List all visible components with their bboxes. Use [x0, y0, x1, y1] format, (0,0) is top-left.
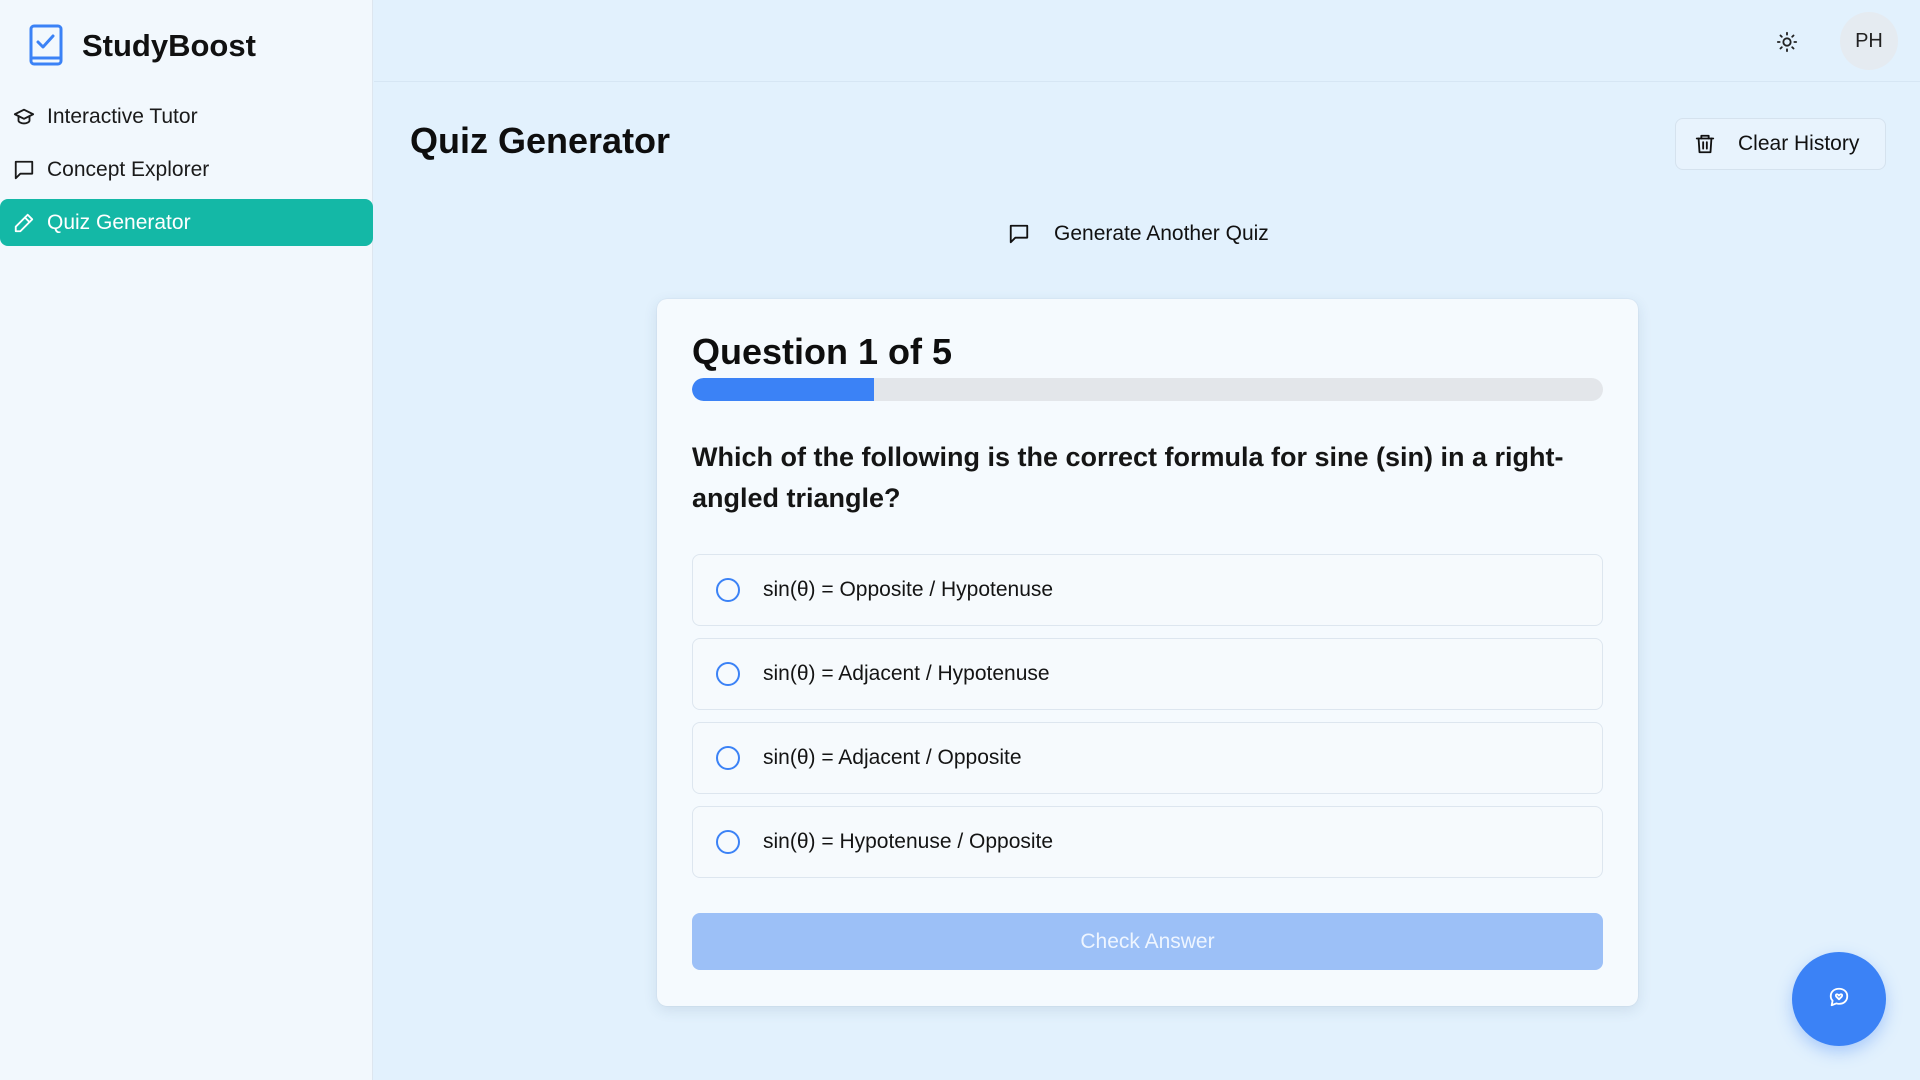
sidebar-item-label: Interactive Tutor [47, 104, 198, 128]
radio-button[interactable] [716, 662, 740, 686]
brand[interactable]: StudyBoost [27, 24, 256, 68]
answer-options: sin(θ) = Opposite / Hypotenuse sin(θ) = … [692, 554, 1603, 890]
clear-history-label: Clear History [1738, 132, 1860, 155]
brand-name: StudyBoost [82, 28, 256, 63]
chat-fab-button[interactable] [1792, 952, 1886, 1046]
generate-another-quiz-button[interactable]: Generate Another Quiz [1008, 218, 1269, 250]
radio-button[interactable] [716, 830, 740, 854]
quiz-progress-bar [692, 378, 1603, 401]
sidebar-item-label: Quiz Generator [47, 210, 191, 234]
quiz-card: Question 1 of 5 Which of the following i… [657, 299, 1638, 1006]
check-answer-button[interactable]: Check Answer [692, 913, 1603, 970]
sidebar-item-quiz-generator[interactable]: Quiz Generator [0, 199, 373, 246]
chat-bubble-icon [12, 158, 36, 182]
sun-icon[interactable] [1772, 27, 1802, 57]
radio-button[interactable] [716, 746, 740, 770]
question-counter: Question 1 of 5 [692, 331, 953, 372]
clear-history-button[interactable]: Clear History [1675, 118, 1886, 170]
avatar[interactable]: PH [1840, 12, 1898, 70]
chat-heart-icon [1828, 986, 1850, 1013]
answer-option-label: sin(θ) = Adjacent / Hypotenuse [763, 662, 1050, 685]
pencil-icon [12, 211, 36, 235]
answer-option[interactable]: sin(θ) = Adjacent / Opposite [692, 722, 1603, 794]
answer-option[interactable]: sin(θ) = Adjacent / Hypotenuse [692, 638, 1603, 710]
page-title: Quiz Generator [410, 120, 671, 161]
graduation-cap-icon [12, 105, 36, 129]
sidebar: StudyBoost Interactive Tutor Concept Exp… [0, 0, 373, 1080]
chat-bubble-icon [1008, 223, 1030, 245]
answer-option-label: sin(θ) = Hypotenuse / Opposite [763, 830, 1054, 853]
app-root: StudyBoost Interactive Tutor Concept Exp… [0, 0, 1920, 1080]
answer-option[interactable]: sin(θ) = Hypotenuse / Opposite [692, 806, 1603, 878]
answer-option-label: sin(θ) = Adjacent / Opposite [763, 746, 1022, 769]
sidebar-nav: Interactive Tutor Concept Explorer Quiz … [0, 93, 373, 252]
sidebar-item-interactive-tutor[interactable]: Interactive Tutor [0, 93, 373, 140]
sidebar-item-label: Concept Explorer [47, 157, 210, 181]
topbar [374, 0, 1920, 82]
answer-option[interactable]: sin(θ) = Opposite / Hypotenuse [692, 554, 1603, 626]
sidebar-item-concept-explorer[interactable]: Concept Explorer [0, 146, 373, 193]
progress-fill [692, 378, 875, 401]
checklist-book-icon [27, 24, 65, 68]
trash-icon [1694, 132, 1716, 156]
answer-option-label: sin(θ) = Opposite / Hypotenuse [763, 578, 1054, 601]
radio-button[interactable] [716, 578, 740, 602]
question-text: Which of the following is the correct fo… [692, 442, 1564, 513]
generate-quiz-label: Generate Another Quiz [1054, 222, 1269, 245]
